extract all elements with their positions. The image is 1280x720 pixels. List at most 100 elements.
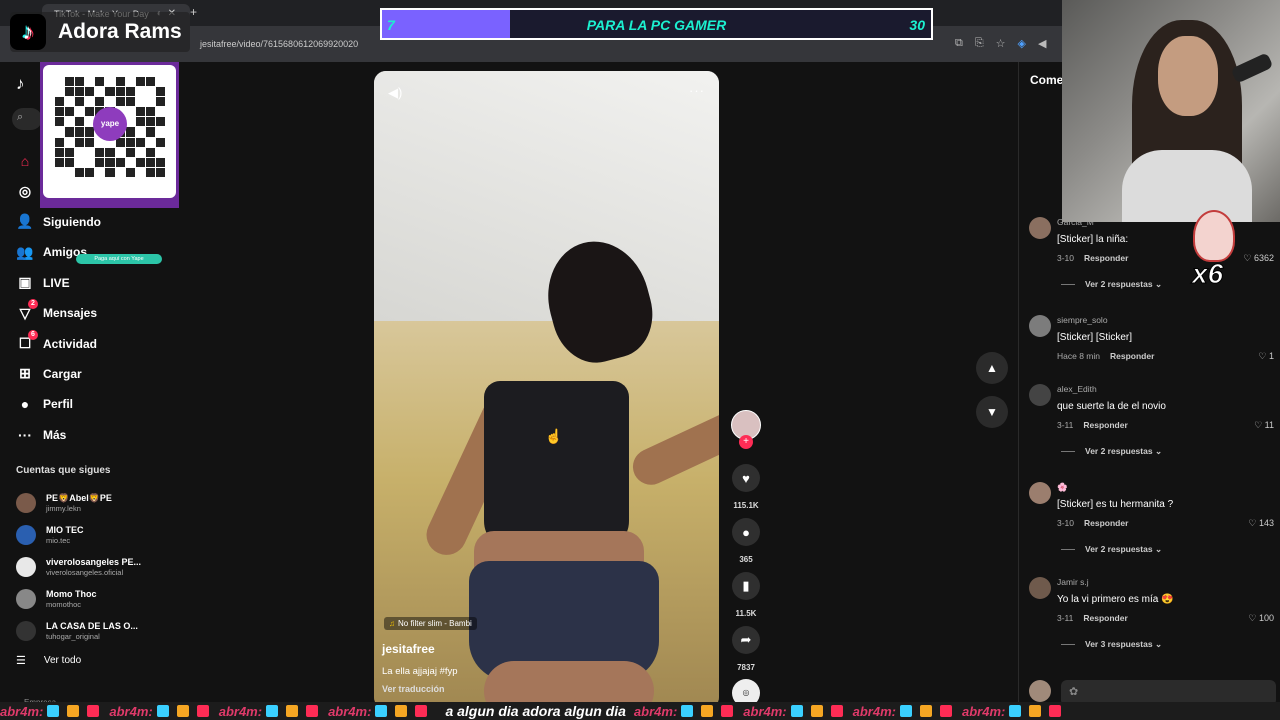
cast-icon[interactable]: ⎘ <box>975 37 984 50</box>
comment-like-count: 1 <box>1268 351 1274 361</box>
avatar[interactable] <box>1029 384 1051 406</box>
sidebar-item-actividad[interactable]: ☐ 6 Actividad <box>16 328 101 358</box>
following-account[interactable]: viverolosangeles PE... viverolosangeles.o… <box>16 551 141 583</box>
avatar[interactable] <box>1029 217 1051 239</box>
comment-like-button[interactable]: ♡ 1 <box>1258 351 1274 362</box>
reply-button[interactable]: Responder <box>1084 253 1128 263</box>
ticker-username: abr4m: <box>218 703 263 719</box>
qr-module <box>135 107 145 117</box>
previous-video-button[interactable]: ▲ <box>976 352 1008 384</box>
bookmark-icon: ▮ <box>742 578 750 593</box>
comment-button[interactable]: ● <box>732 518 760 546</box>
reply-button[interactable]: Responder <box>1084 518 1128 528</box>
comment-username[interactable]: 🌸 <box>1057 482 1068 493</box>
see-all-link[interactable]: ☰ Ver todo <box>16 654 81 667</box>
qr-module <box>55 97 65 107</box>
qr-module <box>155 87 165 97</box>
view-replies-link[interactable]: Ver 2 respuestas ⌄ <box>1061 544 1162 555</box>
qr-module <box>75 157 85 167</box>
qr-module <box>75 117 85 127</box>
account-name: Momo Thoc <box>46 588 97 599</box>
qr-module <box>75 167 85 177</box>
ticker-user-segment: abr4m: <box>962 704 1065 719</box>
ticker-emote-icon <box>87 705 100 717</box>
sidebar-item-m-s[interactable]: ··· Más <box>16 420 101 450</box>
video-subject <box>419 230 719 709</box>
following-account[interactable]: MIO TEC mio.tec <box>16 519 141 551</box>
reply-button[interactable]: Responder <box>1083 613 1127 623</box>
sidebar-item-label: Perfil <box>43 397 74 412</box>
video-username[interactable]: jesitafree <box>382 642 435 656</box>
video-player[interactable]: ◀) ··· ☝ ♫ No filter slim - Bambi jesita… <box>374 71 719 709</box>
sidebar-item-live[interactable]: ▣ LIVE <box>16 268 101 298</box>
view-replies-link[interactable]: Ver 3 respuestas ⌄ <box>1061 639 1162 650</box>
sidebar-item-cargar[interactable]: ⊞ Cargar <box>16 359 101 389</box>
view-replies-link[interactable]: Ver 2 respuestas ⌄ <box>1061 446 1162 457</box>
comment-like-button[interactable]: ♡ 6362 <box>1243 253 1274 264</box>
qr-module <box>55 167 65 177</box>
more-options-icon[interactable]: ··· <box>689 83 705 98</box>
account-username: momothoc <box>46 599 82 609</box>
translate-icon[interactable]: ⧉ <box>955 37 963 50</box>
tiktok-logo-icon[interactable]: ♪ <box>16 74 25 94</box>
qr-module <box>115 87 125 97</box>
comment-text: que suerte la de el novio <box>1057 401 1166 412</box>
avatar[interactable] <box>1029 482 1051 504</box>
qr-module <box>85 87 95 97</box>
bookmark-star-icon[interactable]: ☆ <box>996 37 1006 50</box>
reply-button[interactable]: Responder <box>1110 351 1154 361</box>
comment-username[interactable]: siempre_solo <box>1057 315 1108 325</box>
ticker-username: abr4m: <box>852 703 896 719</box>
see-translation-link[interactable]: Ver traducción <box>382 684 445 694</box>
comment-like-button[interactable]: ♡ 143 <box>1248 518 1274 529</box>
qr-module <box>145 77 155 87</box>
avatar[interactable] <box>1029 315 1051 337</box>
save-button[interactable]: ▮ <box>732 572 760 600</box>
sidebar-item-perfil[interactable]: ● Perfil <box>16 389 101 419</box>
next-video-button[interactable]: ▼ <box>976 396 1008 428</box>
qr-module <box>145 167 155 177</box>
qr-module <box>55 77 65 87</box>
like-button[interactable]: ♥ <box>732 464 760 492</box>
follow-plus-icon[interactable]: + <box>739 435 753 449</box>
sidebar-item-siguiendo[interactable]: 👤 Siguiendo <box>16 207 101 237</box>
qr-module <box>145 107 155 117</box>
qr-module <box>85 147 95 157</box>
view-replies-link[interactable]: Ver 2 respuestas ⌄ <box>1061 279 1162 290</box>
avatar[interactable] <box>1029 577 1051 599</box>
new-tab-icon[interactable]: + <box>190 5 197 19</box>
ticker-user-segment: abr4m: <box>328 704 431 719</box>
qr-module <box>145 157 155 167</box>
ticker-user-segment: abr4m: <box>0 704 103 719</box>
url-field[interactable]: jesitafree/video/7615680612069920020 <box>200 39 358 49</box>
comment-like-button[interactable]: ♡ 11 <box>1254 420 1274 431</box>
menu-icon[interactable]: ◀ <box>1038 37 1046 50</box>
sticker-picker-icon[interactable]: ✿ <box>1069 686 1078 698</box>
following-account[interactable]: Momo Thoc momothoc <box>16 583 141 615</box>
comment-like-button[interactable]: ♡ 100 <box>1248 613 1274 624</box>
following-account[interactable]: LA CASA DE LAS O... tuhogar_original <box>16 615 141 647</box>
qr-module <box>125 127 135 137</box>
comment-username[interactable]: alex_Edith <box>1057 384 1097 394</box>
qr-module <box>155 147 165 157</box>
sidebar-item-mensajes[interactable]: ▽ 2 Mensajes <box>16 298 101 328</box>
search-icon[interactable]: ⌕ <box>12 108 42 130</box>
qr-module <box>135 97 145 107</box>
reply-button[interactable]: Responder <box>1083 420 1127 430</box>
qr-module <box>145 97 155 107</box>
qr-module <box>155 137 165 147</box>
comment-text: Yo la vi primero es mía 😍 <box>1057 594 1174 605</box>
music-tag[interactable]: ♫ No filter slim - Bambi <box>384 617 477 630</box>
qr-module <box>75 147 85 157</box>
share-button[interactable]: ➦ <box>732 626 760 654</box>
following-account[interactable]: PE🦁Abel🦁PE jimmy.lekn <box>16 487 141 519</box>
extension-icon[interactable]: ◈ <box>1018 37 1026 50</box>
comment-username[interactable]: Jamir s.j <box>1057 577 1089 587</box>
comment-date: 3-10 <box>1057 253 1075 263</box>
chat-ticker: abr4m: abr4m: abr4m: abr4m: a algun dia ador… <box>0 702 1280 720</box>
qr-module <box>65 157 75 167</box>
ticker-emote-icon <box>47 705 60 717</box>
volume-icon[interactable]: ◀) <box>388 85 402 101</box>
ticker-emote-icon <box>920 705 932 717</box>
ticker-emote-icon <box>375 705 388 717</box>
